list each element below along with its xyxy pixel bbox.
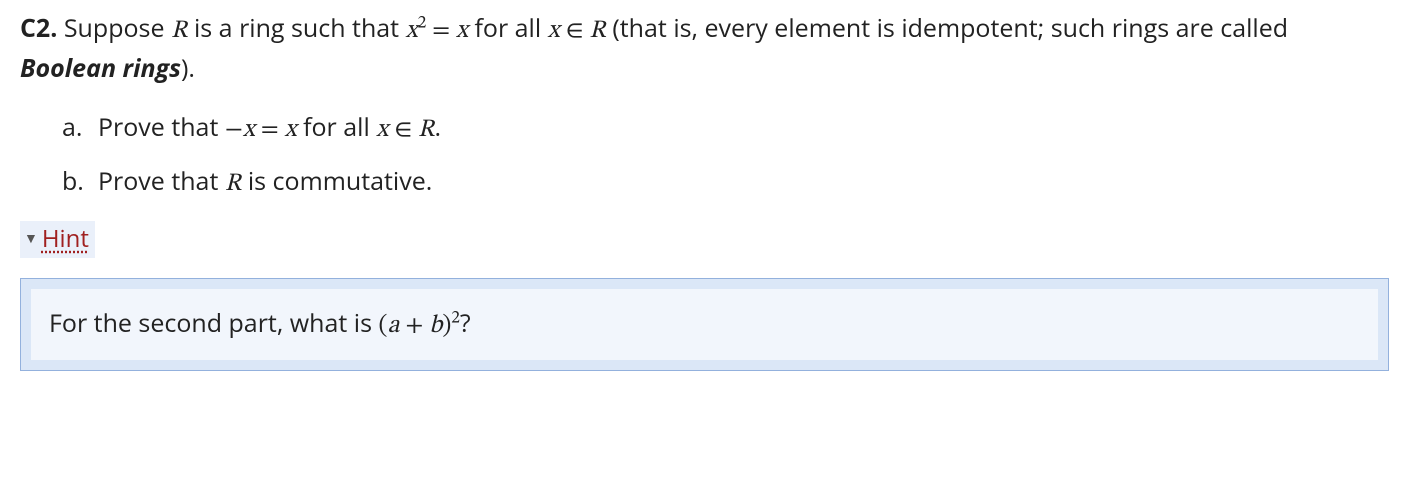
sub-item-marker: a. — [62, 109, 98, 149]
math-eq: = — [255, 117, 285, 142]
math-minus: − — [225, 117, 243, 142]
math-x: x — [376, 117, 388, 142]
math-in: ∈ — [388, 117, 418, 142]
hint-text-2: ? — [460, 306, 471, 340]
math-x: x — [243, 117, 255, 142]
hint-text-1: For the second part, what is — [49, 306, 379, 340]
hint-toggle-label: Hint — [42, 221, 89, 257]
math-x: x — [456, 18, 468, 43]
problem-statement: C2. Suppose R is a ring such that x2 = x… — [20, 10, 1389, 87]
hint-toggle[interactable]: ▼ Hint — [20, 221, 95, 258]
math-x: x — [406, 18, 418, 43]
sub-b-text-1: Prove that — [98, 164, 225, 198]
math-b: b — [429, 313, 442, 338]
math-R: R — [418, 117, 434, 142]
triangle-down-icon: ▼ — [24, 228, 38, 249]
math-R: R — [171, 18, 187, 43]
sub-item-b: b. Prove that R is commutative. — [62, 163, 1389, 203]
sub-a-text-3: . — [435, 110, 442, 144]
math-a: a — [387, 313, 399, 338]
math-x: x — [285, 117, 297, 142]
math-sup2: 2 — [451, 310, 460, 327]
hint-box-inner: For the second part, what is (a + b)2? — [31, 289, 1378, 361]
math-x: x — [548, 18, 560, 43]
hint-box: For the second part, what is (a + b)2? — [20, 278, 1389, 372]
math-eq: = — [426, 18, 456, 43]
math-R: R — [589, 18, 605, 43]
sub-item-content: Prove that R is commutative. — [98, 163, 432, 203]
sub-items-list: a. Prove that −x = x for all x ∈ R. b. P… — [20, 109, 1389, 202]
intro-text-3: for all — [468, 11, 548, 45]
math-sup2: 2 — [418, 16, 427, 33]
sub-item-content: Prove that −x = x for all x ∈ R. — [98, 109, 441, 149]
sub-item-a: a. Prove that −x = x for all x ∈ R. — [62, 109, 1389, 149]
problem-label: C2. — [20, 11, 57, 45]
math-in: ∈ — [560, 18, 590, 43]
math-plus: + — [399, 313, 429, 338]
sub-a-text-2: for all — [297, 110, 377, 144]
intro-text-5: ). — [181, 51, 195, 85]
intro-text-2: is a ring such that — [187, 11, 405, 45]
sub-b-text-2: is commutative. — [241, 164, 432, 198]
intro-text-4: (that is, every element is idempotent; s… — [606, 11, 1288, 45]
sub-item-marker: b. — [62, 163, 98, 203]
math-R: R — [225, 171, 241, 196]
math-rparen: ) — [442, 313, 451, 338]
intro-text-1: Suppose — [57, 11, 171, 45]
sub-a-text-1: Prove that — [98, 110, 225, 144]
bold-term: Boolean rings — [20, 51, 181, 85]
